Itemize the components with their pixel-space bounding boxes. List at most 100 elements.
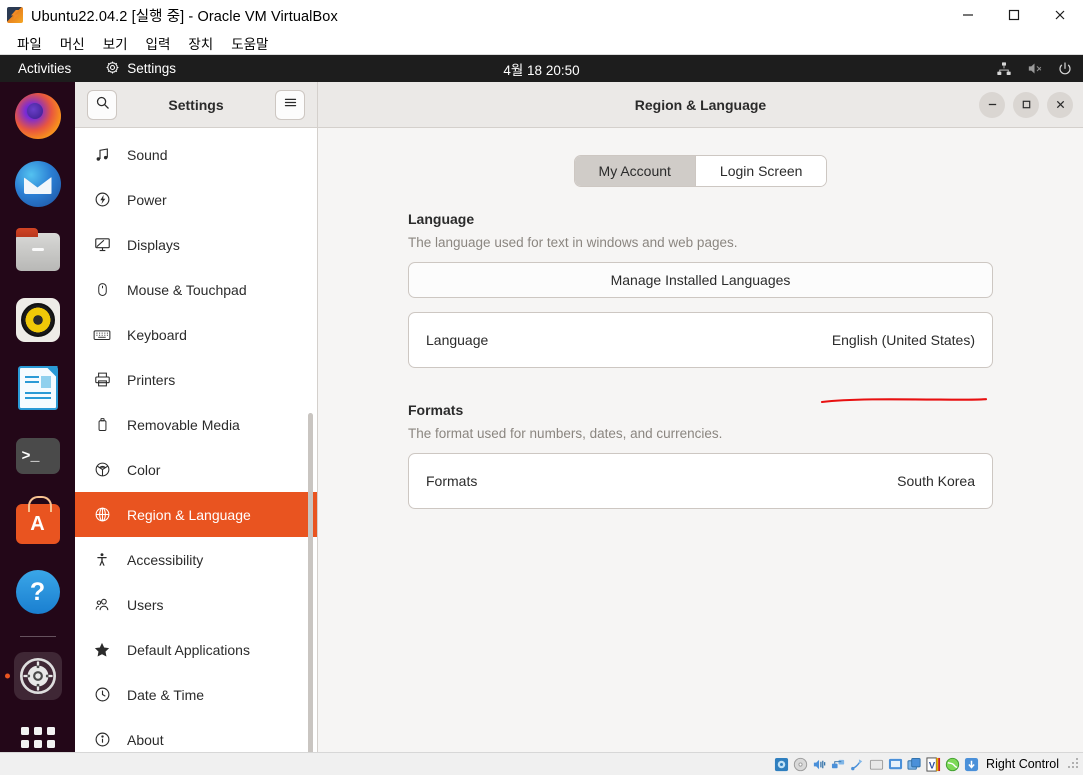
firefox-icon xyxy=(14,93,61,139)
formats-row-label: Formats xyxy=(426,473,478,489)
vm-features-icon[interactable]: V xyxy=(925,756,942,773)
language-section-title: Language xyxy=(408,211,475,227)
settings-maximize-button[interactable] xyxy=(1013,91,1039,118)
sidebar-item-printers[interactable]: Printers xyxy=(75,357,317,402)
tab-login-screen[interactable]: Login Screen xyxy=(694,156,827,186)
globe-icon xyxy=(93,506,111,524)
sidebar-item-users[interactable]: Users xyxy=(75,582,317,627)
formats-section-title: Formats xyxy=(408,402,464,418)
music-note-icon xyxy=(93,146,111,164)
network-icon[interactable] xyxy=(830,756,847,773)
dock-item-writer[interactable] xyxy=(14,364,62,412)
star-icon xyxy=(93,641,111,659)
audio-icon[interactable] xyxy=(811,756,828,773)
sidebar-item-keyboard[interactable]: Keyboard xyxy=(75,312,317,357)
dock-item-software[interactable]: A xyxy=(14,496,62,548)
display-icon[interactable] xyxy=(887,756,904,773)
volume-muted-icon[interactable] xyxy=(1026,60,1043,77)
shared-folder-icon[interactable] xyxy=(868,756,885,773)
dock-item-firefox[interactable] xyxy=(14,92,62,140)
mouse-icon xyxy=(93,281,111,299)
virtualbox-titlebar: Ubuntu22.04.2 [실행 중] - Oracle VM Virtual… xyxy=(0,0,1083,31)
sidebar-item-region-language[interactable]: Region & Language xyxy=(75,492,317,537)
sidebar-item-label: Region & Language xyxy=(127,506,251,523)
vbox-close-button[interactable] xyxy=(1037,0,1083,31)
guest-screen: Activities Settings 4월 18 20:50 >_ A ? S… xyxy=(0,55,1083,752)
sidebar-item-power[interactable]: Power xyxy=(75,177,317,222)
accessibility-person-icon xyxy=(93,551,111,569)
resize-grip[interactable] xyxy=(1067,758,1079,770)
virtualbox-title: Ubuntu22.04.2 [실행 중] - Oracle VM Virtual… xyxy=(31,8,338,25)
sidebar-item-default-applications[interactable]: Default Applications xyxy=(75,627,317,672)
settings-headerbar: Settings Region & Language xyxy=(75,82,1083,128)
sidebar-item-sound[interactable]: Sound xyxy=(75,132,317,177)
sidebar-item-label: About xyxy=(127,731,164,748)
hamburger-menu-icon xyxy=(283,95,298,115)
libreoffice-writer-icon xyxy=(17,366,58,410)
search-button[interactable] xyxy=(87,89,117,120)
sidebar-item-color[interactable]: Color xyxy=(75,447,317,492)
dock-item-terminal[interactable]: >_ xyxy=(14,432,62,480)
main-menu-button[interactable] xyxy=(275,89,305,120)
usb-icon[interactable] xyxy=(849,756,866,773)
headerbar-panel-section: Region & Language xyxy=(318,82,1083,127)
monitor-icon xyxy=(93,236,111,254)
menu-machine[interactable]: 머신 xyxy=(51,31,94,55)
rhythmbox-icon xyxy=(15,298,60,342)
keyboard-icon xyxy=(93,326,111,344)
dock-item-settings[interactable] xyxy=(13,652,62,700)
gnome-top-bar: Activities Settings 4월 18 20:50 xyxy=(0,55,1083,82)
globe-icon[interactable] xyxy=(944,756,961,773)
menu-input[interactable]: 입력 xyxy=(137,31,180,55)
sidebar-scrollbar[interactable] xyxy=(308,413,313,752)
settings-close-button[interactable] xyxy=(1047,91,1073,118)
menu-devices[interactable]: 장치 xyxy=(179,31,222,55)
sidebar-item-mouse-touchpad[interactable]: Mouse & Touchpad xyxy=(75,267,317,312)
menu-help[interactable]: 도움말 xyxy=(222,31,277,55)
svg-text:V: V xyxy=(929,760,936,770)
dock-item-help[interactable]: ? xyxy=(14,568,62,616)
formats-section: Formats The format used for numbers, dat… xyxy=(408,402,993,509)
vbox-maximize-button[interactable] xyxy=(991,0,1037,31)
activities-button[interactable]: Activities xyxy=(6,59,83,78)
language-row[interactable]: Language English (United States) xyxy=(409,313,992,367)
sidebar-item-label: Accessibility xyxy=(127,551,204,568)
menu-file[interactable]: 파일 xyxy=(8,31,51,55)
network-wired-icon[interactable] xyxy=(996,61,1012,77)
dock-item-rhythmbox[interactable] xyxy=(14,296,62,344)
help-icon: ? xyxy=(15,570,60,614)
sidebar-item-removable-media[interactable]: Removable Media xyxy=(75,402,317,447)
formats-row[interactable]: Formats South Korea xyxy=(409,454,992,508)
sidebar-item-label: Printers xyxy=(127,371,176,388)
sidebar-list: Sound Power Displays Mouse & Touchpad Ke… xyxy=(75,128,317,752)
recording-icon[interactable] xyxy=(906,756,923,773)
show-applications-button[interactable] xyxy=(14,720,62,752)
sidebar-item-date-time[interactable]: Date & Time xyxy=(75,672,317,717)
dock-item-thunderbird[interactable] xyxy=(14,160,62,208)
sidebar-item-label: Keyboard xyxy=(127,326,187,343)
harddisk-icon[interactable] xyxy=(773,756,790,773)
mouse-capture-icon[interactable] xyxy=(963,756,980,773)
settings-minimize-button[interactable] xyxy=(979,91,1005,118)
topbar-app-menu[interactable]: Settings xyxy=(97,58,184,80)
topbar-system-tray xyxy=(996,60,1073,77)
sidebar-item-label: Displays xyxy=(127,236,180,253)
printer-icon xyxy=(93,371,111,389)
sidebar-item-label: Mouse & Touchpad xyxy=(127,281,247,298)
clock-text[interactable]: 4월 18 20:50 xyxy=(503,63,579,78)
dock-item-files[interactable] xyxy=(14,228,62,276)
region-language-panel: My Account Login Screen Language The lan… xyxy=(318,128,1083,752)
sidebar-item-about[interactable]: About xyxy=(75,717,317,752)
optical-disk-icon[interactable] xyxy=(792,756,809,773)
language-section: Language The language used for text in w… xyxy=(408,211,993,368)
menu-view[interactable]: 보기 xyxy=(94,31,137,55)
power-icon[interactable] xyxy=(1057,61,1073,77)
sidebar-item-displays[interactable]: Displays xyxy=(75,222,317,267)
manage-installed-languages-button[interactable]: Manage Installed Languages xyxy=(408,262,993,298)
tab-my-account[interactable]: My Account xyxy=(574,156,695,186)
sidebar-item-accessibility[interactable]: Accessibility xyxy=(75,537,317,582)
tab-switcher: My Account Login Screen xyxy=(408,155,993,187)
vbox-minimize-button[interactable] xyxy=(945,0,991,31)
dock-separator xyxy=(19,636,56,637)
